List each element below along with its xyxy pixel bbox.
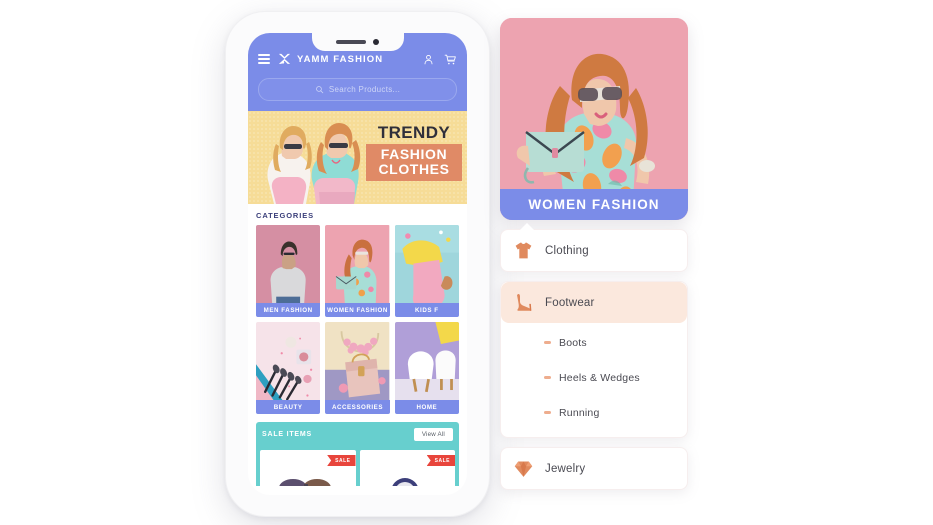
submenu-item-running[interactable]: Running [501, 395, 687, 430]
menu-item-label: Clothing [545, 244, 589, 257]
category-label: WOMEN FASHION [325, 303, 390, 317]
diamond-icon [513, 458, 534, 479]
user-account-icon[interactable] [422, 53, 435, 66]
beauty-photo [256, 322, 321, 407]
sale-badge: SALE [327, 455, 356, 466]
category-label: HOME [394, 400, 459, 414]
category-card-kids-fashion[interactable]: KIDS F [394, 225, 459, 317]
hamburger-icon[interactable] [258, 54, 270, 64]
sale-items-title: SALE ITEMS [262, 430, 313, 438]
banner-highlight-box: FASHION CLOTHES [366, 144, 462, 181]
category-label: KIDS F [394, 303, 459, 317]
hero-card-label-band: WOMEN FASHION [500, 189, 688, 220]
menu-item-jewelry[interactable]: Jewelry [501, 448, 687, 489]
sale-item-card[interactable]: SALE [260, 450, 356, 486]
view-all-button[interactable]: View All [413, 427, 453, 441]
menu-card-footwear: Footwear Boots Heels & Wedges Running [500, 281, 688, 438]
menu-item-clothing[interactable]: Clothing [501, 230, 687, 271]
phone-notch [311, 33, 404, 51]
hero-card-label: WOMEN FASHION [528, 197, 660, 212]
categories-title: CATEGORIES [256, 211, 315, 220]
earpiece-speaker [335, 40, 366, 44]
yamm-butterfly-logo [278, 53, 291, 64]
submenu-item-label: Running [559, 406, 600, 419]
search-icon [316, 86, 324, 94]
sale-items-list: SALE SALE [256, 446, 459, 486]
watch-product-photo [391, 478, 418, 486]
submenu-footwear: Boots Heels & Wedges Running [501, 323, 687, 437]
category-label: ACCESSORIES [325, 400, 390, 414]
categories-section: CATEGORIES MEN FASHION WOMEN FASHION KID… [248, 204, 467, 414]
banner-line-2: FASHION [380, 146, 448, 162]
home-photo [394, 322, 459, 407]
banner-line-3: CLOTHES [378, 161, 450, 177]
menu-item-label: Footwear [545, 296, 595, 309]
bullet-dash-icon [544, 376, 551, 379]
menu-item-footwear[interactable]: Footwear [501, 282, 687, 323]
banner-line-1: TRENDY [377, 123, 451, 142]
kids-fashion-photo [394, 225, 459, 310]
submenu-item-label: Heels & Wedges [559, 371, 640, 384]
accessories-photo [325, 322, 390, 407]
men-fashion-photo [256, 225, 321, 310]
tshirt-icon [513, 240, 534, 261]
category-card-men-fashion[interactable]: MEN FASHION [256, 225, 321, 317]
category-label: BEAUTY [256, 400, 321, 414]
category-card-women-fashion[interactable]: WOMEN FASHION [325, 225, 390, 317]
bullet-dash-icon [544, 341, 551, 344]
submenu-item-label: Boots [559, 336, 587, 349]
category-detail-panel: WOMEN FASHION Clothing Footwear Boots He… [500, 18, 688, 490]
banner-text: TRENDY FASHION CLOTHES [366, 124, 462, 181]
search-placeholder: Search Products... [328, 85, 401, 94]
menu-item-label: Jewelry [545, 462, 586, 475]
bullet-dash-icon [544, 411, 551, 414]
category-card-home[interactable]: HOME [394, 322, 459, 414]
high-heel-shoe-icon [513, 292, 534, 313]
sale-items-header: SALE ITEMS View All [256, 422, 459, 446]
women-fashion-photo [325, 225, 390, 310]
sale-item-card[interactable]: SALE [359, 450, 455, 486]
phone-mockup: YAMM FASHION Search Products... TRENDY F… [225, 11, 490, 517]
sale-badge: SALE [426, 455, 455, 466]
category-label: MEN FASHION [256, 303, 321, 317]
menu-card-clothing: Clothing [500, 223, 688, 272]
model-photo-right [311, 123, 361, 204]
category-card-accessories[interactable]: ACCESSORIES [325, 322, 390, 414]
submenu-item-heels-and-wedges[interactable]: Heels & Wedges [501, 360, 687, 395]
categories-grid: MEN FASHION WOMEN FASHION KIDS F BEAUTY … [256, 225, 459, 414]
brand-title: YAMM FASHION [297, 53, 384, 65]
shopping-cart-icon[interactable] [444, 53, 457, 66]
sunglasses-product-photo [279, 479, 331, 486]
women-fashion-hero-card[interactable]: WOMEN FASHION [500, 18, 688, 220]
hero-banner[interactable]: TRENDY FASHION CLOTHES [248, 111, 467, 204]
category-card-beauty[interactable]: BEAUTY [256, 322, 321, 414]
submenu-item-boots[interactable]: Boots [501, 325, 687, 360]
sale-items-section: SALE ITEMS View All SALE SALE [256, 422, 459, 486]
search-input[interactable]: Search Products... [258, 78, 457, 101]
front-camera [372, 38, 380, 46]
screenshot-canvas: YAMM FASHION Search Products... TRENDY F… [0, 0, 933, 525]
menu-card-jewelry: Jewelry [500, 447, 688, 490]
phone-screen: YAMM FASHION Search Products... TRENDY F… [248, 33, 467, 495]
